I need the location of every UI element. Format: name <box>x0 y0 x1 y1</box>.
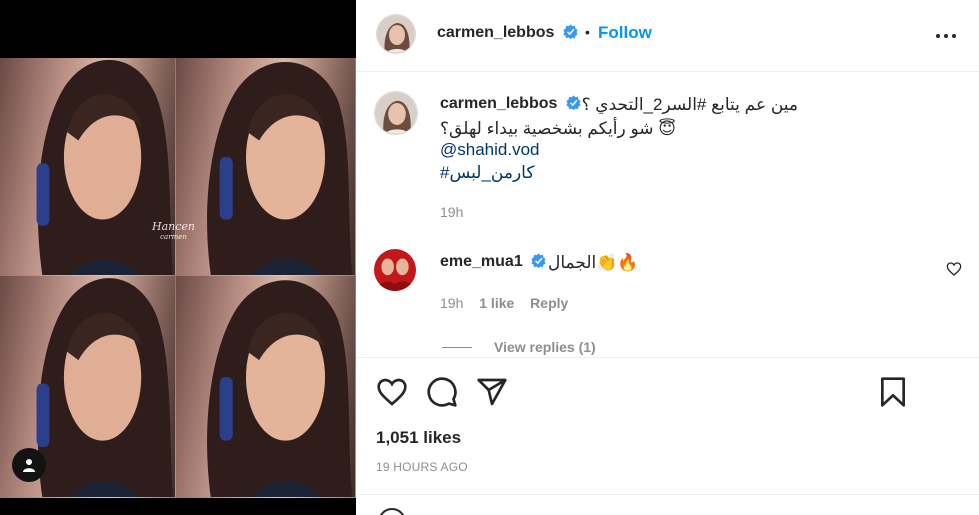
comment-text: الجمال👏🔥 <box>548 253 639 272</box>
media-tile <box>176 58 356 276</box>
save-bookmark-icon[interactable] <box>877 376 909 408</box>
caption-username-link[interactable]: carmen_lebbos <box>440 95 581 113</box>
portrait-image <box>207 280 353 497</box>
verified-badge-icon <box>566 95 581 110</box>
commenter-username[interactable]: eme_mua1 <box>440 253 523 270</box>
author-username-link[interactable]: carmen_lebbos <box>437 24 578 42</box>
user-tag-icon <box>23 459 35 472</box>
post-likes-count[interactable]: 1,051 likes <box>376 428 461 448</box>
follow-button[interactable]: Follow <box>598 23 652 43</box>
verified-badge-icon <box>531 253 546 268</box>
add-comment-divider <box>356 494 979 495</box>
emoji-icon[interactable] <box>378 508 406 515</box>
post-action-bar <box>356 357 979 427</box>
media-image-collage <box>0 58 356 498</box>
media-tile <box>0 58 176 276</box>
portrait-image <box>207 62 353 275</box>
share-icon[interactable] <box>476 376 508 408</box>
comment-timestamp[interactable]: 19h <box>440 295 463 311</box>
caption-hashtag-link[interactable]: #كارمن_لبس <box>440 163 534 182</box>
watermark-subtext: carmen <box>160 233 187 241</box>
media-watermark: Hancen carmen <box>152 221 195 242</box>
header-separator: • <box>585 24 590 40</box>
commenter-username-link[interactable]: eme_mua1 <box>440 253 546 271</box>
comment-meta: 19h 1 like Reply <box>440 295 580 311</box>
view-replies-button[interactable]: View replies (1) <box>442 339 596 355</box>
comment-likes-count[interactable]: 1 like <box>479 295 514 311</box>
more-options-icon[interactable] <box>934 24 958 48</box>
replies-divider <box>442 346 472 348</box>
comment-reply-button[interactable]: Reply <box>530 295 568 311</box>
caption-username[interactable]: carmen_lebbos <box>440 95 557 112</box>
caption-author-avatar[interactable] <box>374 91 418 135</box>
heart-icon[interactable] <box>376 376 408 408</box>
author-username[interactable]: carmen_lebbos <box>437 24 554 41</box>
comment-like-heart-icon[interactable] <box>946 261 962 277</box>
caption-text-line: مين عم يتابع #السر2_التحدي ؟ <box>581 95 798 114</box>
view-replies-label[interactable]: View replies (1) <box>494 339 596 355</box>
post-timestamp[interactable]: 19 HOURS AGO <box>376 460 468 474</box>
post-header: carmen_lebbos • Follow <box>356 0 979 72</box>
portrait-image <box>36 60 173 275</box>
media-tile <box>176 276 356 498</box>
caption-mention-link[interactable]: @shahid.vod <box>440 140 540 159</box>
user-tag-button[interactable] <box>12 448 46 482</box>
post-media[interactable]: Hancen carmen <box>0 0 356 515</box>
verified-badge-icon <box>563 24 578 39</box>
caption-text-line: شو رأيكم بشخصية بيداء لهلق؟ 😇 <box>440 119 676 138</box>
comments-section[interactable]: carmen_lebbos مين عم يتابع #السر2_التحدي… <box>356 73 979 357</box>
comment-icon[interactable] <box>426 376 458 408</box>
post-details-panel: carmen_lebbos • Follow carmen_lebbos مين… <box>356 0 979 515</box>
commenter-avatar[interactable] <box>374 249 416 291</box>
author-avatar[interactable] <box>376 14 416 54</box>
caption-timestamp[interactable]: 19h <box>440 204 463 220</box>
